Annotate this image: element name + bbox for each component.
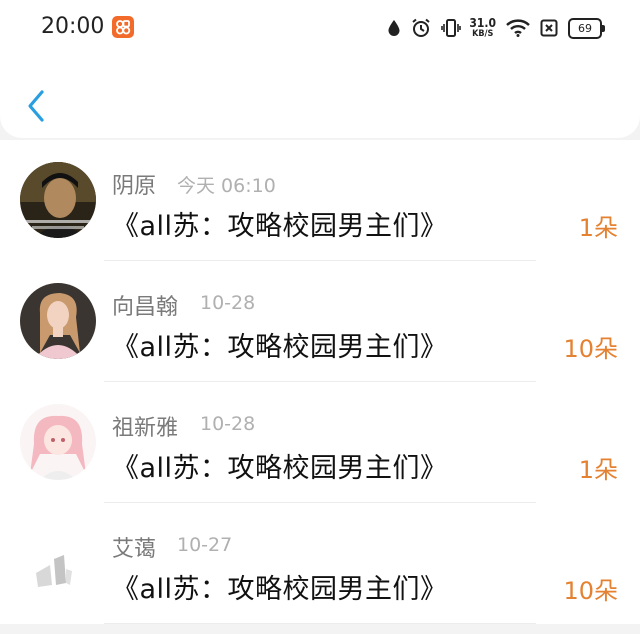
alarm-icon — [411, 18, 431, 38]
top-header: 20:00 31.0 KB/S 69 — [0, 0, 640, 138]
divider — [104, 623, 536, 624]
list-item[interactable]: 祖新雅 10-28 《all苏：攻略校园男主们》 1朵 — [0, 382, 640, 503]
book-title: 《all苏：攻略校园男主们》 — [112, 332, 448, 363]
gift-record-list: 阴原 今天 06:10 《all苏：攻略校园男主们》 1朵 向昌翰 10-28 … — [0, 140, 640, 624]
wifi-icon — [506, 19, 530, 37]
avatar[interactable] — [20, 162, 96, 238]
list-item[interactable]: 艾蔼 10-27 《all苏：攻略校园男主们》 10朵 — [0, 503, 640, 624]
avatar[interactable] — [20, 525, 96, 601]
status-bar: 20:00 31.0 KB/S 69 — [0, 0, 640, 56]
net-speed-value: 31.0 — [469, 16, 496, 30]
flower-count: 1朵 — [578, 214, 618, 242]
user-name: 艾蔼 — [112, 537, 157, 562]
net-speed: 31.0 KB/S — [469, 17, 496, 39]
avatar[interactable] — [20, 283, 96, 359]
record-date: 今天 06:10 — [177, 175, 276, 197]
status-time: 20:00 — [41, 14, 105, 39]
net-speed-unit: KB/S — [472, 29, 494, 39]
book-title: 《all苏：攻略校园男主们》 — [112, 574, 448, 605]
user-name: 祖新雅 — [112, 416, 179, 441]
flower-count: 1朵 — [578, 456, 618, 484]
water-drop-icon — [387, 19, 401, 37]
flower-count: 10朵 — [563, 335, 618, 363]
record-date: 10-28 — [200, 413, 256, 435]
book-title: 《all苏：攻略校园男主们》 — [112, 453, 448, 484]
flower-count: 10朵 — [563, 577, 618, 605]
list-item[interactable]: 阴原 今天 06:10 《all苏：攻略校园男主们》 1朵 — [0, 140, 640, 261]
battery-icon: 69 — [568, 17, 605, 39]
battery-level: 69 — [578, 21, 592, 35]
user-name: 向昌翰 — [112, 295, 179, 320]
list-item[interactable]: 向昌翰 10-28 《all苏：攻略校园男主们》 10朵 — [0, 261, 640, 382]
user-name: 阴原 — [112, 174, 157, 199]
avatar[interactable] — [20, 404, 96, 480]
app-icon — [112, 16, 134, 38]
record-date: 10-28 — [200, 292, 256, 314]
book-title: 《all苏：攻略校园男主们》 — [112, 211, 448, 242]
sim-off-icon — [540, 19, 558, 37]
back-button[interactable] — [20, 86, 54, 126]
status-icons: 31.0 KB/S 69 — [377, 16, 605, 40]
chevron-left-icon — [28, 90, 44, 122]
vibrate-icon — [441, 18, 462, 38]
record-date: 10-27 — [177, 534, 233, 556]
